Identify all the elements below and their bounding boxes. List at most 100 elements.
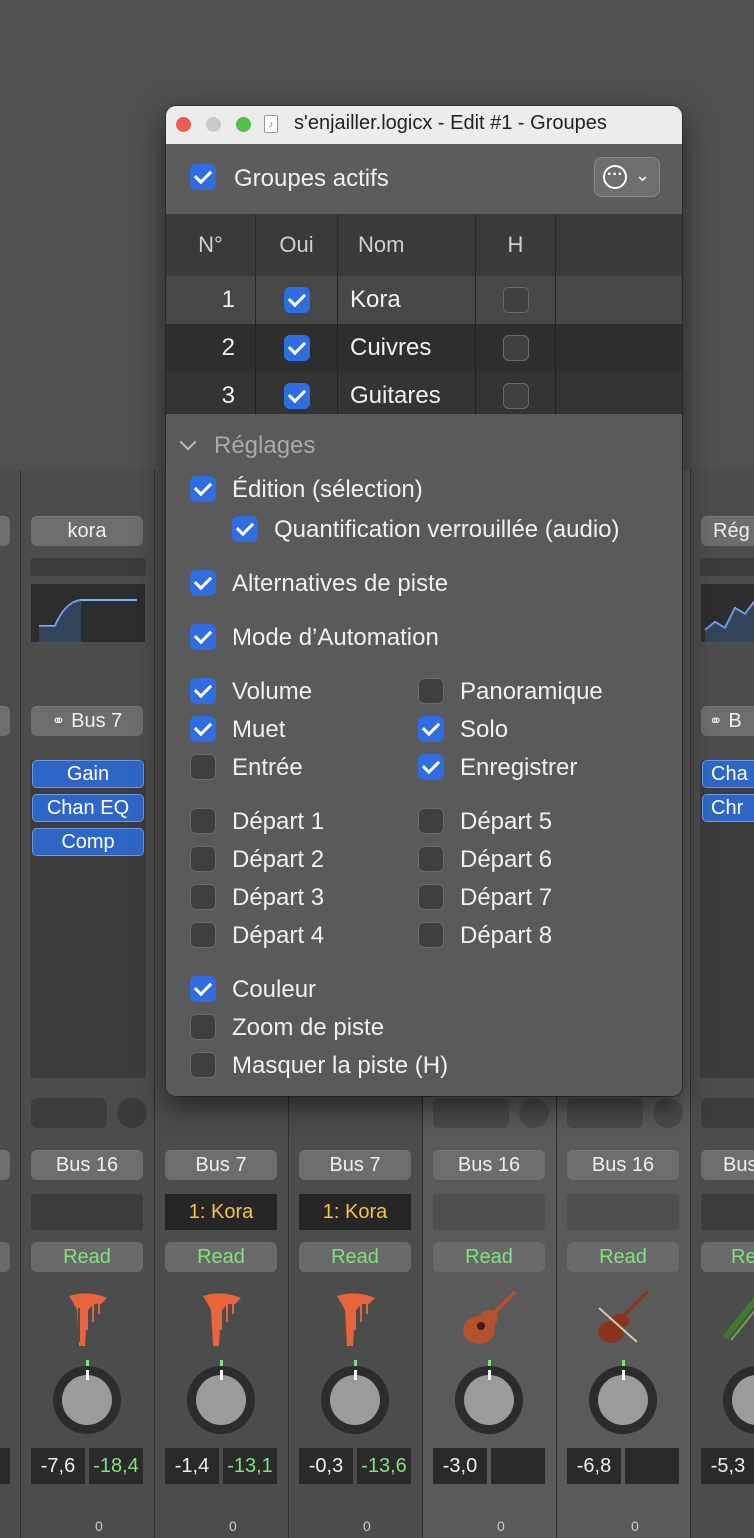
table-row[interactable]: 3 Guitares [166,372,682,420]
plugin-slot-chan-eq[interactable]: Chan EQ [32,794,144,822]
group-slot[interactable] [567,1194,679,1230]
record-checkbox[interactable] [418,754,444,780]
send-1-checkbox[interactable] [190,808,216,834]
volume-value[interactable]: -6,8 [567,1448,621,1484]
bus-button[interactable] [0,1150,10,1180]
volume-value[interactable]: -1,4 [165,1448,219,1484]
pan-checkbox[interactable] [418,678,444,704]
send-5-checkbox[interactable] [418,808,444,834]
peak-value[interactable]: -13,6 [357,1448,411,1484]
send-knob[interactable] [653,1098,683,1128]
alternatives-checkbox[interactable] [190,570,216,596]
solo-checkbox[interactable] [418,716,444,742]
automation-button[interactable]: Read [299,1242,411,1272]
row-on-checkbox[interactable] [283,383,310,409]
automation-button[interactable]: Read [567,1242,679,1272]
eq-thumbnail[interactable] [701,584,754,642]
send-knob[interactable] [117,1098,147,1128]
volume-value[interactable]: -3,0 [433,1448,487,1484]
automation-button[interactable] [0,1242,10,1272]
peak-value[interactable]: -18,4 [89,1448,143,1484]
strip-name-button[interactable]: Rég [701,516,754,546]
plugin-slot-chan[interactable]: Cha [702,760,754,788]
automation-button[interactable]: Re [701,1242,754,1272]
output-button[interactable] [0,706,10,736]
input-slot[interactable] [700,558,754,576]
send-4-checkbox[interactable] [190,922,216,948]
pan-knob[interactable] [321,1360,389,1434]
plugin-slot-gain[interactable]: Gain [32,760,144,788]
color-checkbox[interactable] [190,976,216,1002]
send-7-checkbox[interactable] [418,884,444,910]
edition-checkbox[interactable] [190,476,216,502]
group-slot[interactable]: 1: Kora [165,1194,277,1230]
volume-value[interactable]: -7,6 [31,1448,85,1484]
settings-title[interactable]: Réglages [214,432,315,460]
volume-checkbox[interactable] [190,678,216,704]
bus-button[interactable]: Bus 16 [567,1150,679,1180]
bus-button[interactable]: Bus 7 [165,1150,277,1180]
table-row[interactable]: 1 Kora [166,276,682,324]
volume-value[interactable]: -5,3 [701,1448,754,1484]
send-3-checkbox[interactable] [190,884,216,910]
automation-button[interactable]: Read [433,1242,545,1272]
row-hide-checkbox[interactable] [502,335,529,361]
row-hide-checkbox[interactable] [502,383,529,409]
row-name[interactable]: Guitares [338,372,476,420]
zoom-button[interactable] [236,117,251,132]
automation-button[interactable]: Read [31,1242,143,1272]
input-checkbox[interactable] [190,754,216,780]
input-slot[interactable] [30,558,146,576]
minimize-button[interactable] [206,117,221,132]
volume-value[interactable] [0,1448,10,1484]
col-header-hide[interactable]: H [476,214,556,276]
hide-track-checkbox[interactable] [190,1052,216,1078]
actions-menu-button[interactable]: ··· ⌄ [594,157,660,197]
row-name[interactable]: Kora [338,276,476,324]
output-button[interactable]: ⚭ B [701,706,754,736]
row-hide-checkbox[interactable] [502,287,529,313]
plugin-slot-chr[interactable]: Chr [702,794,754,822]
pan-knob[interactable] [589,1360,657,1434]
send-knob[interactable] [519,1098,549,1128]
send-slot[interactable] [31,1098,107,1128]
send-slot[interactable] [701,1098,754,1128]
plugin-slot-comp[interactable]: Comp [32,828,144,856]
col-header-name[interactable]: Nom [338,214,476,276]
group-slot[interactable] [31,1194,143,1230]
zoom-checkbox[interactable] [190,1014,216,1040]
close-button[interactable] [176,117,191,132]
send-6-checkbox[interactable] [418,846,444,872]
send-2-checkbox[interactable] [190,846,216,872]
automation-checkbox[interactable] [190,624,216,650]
peak-value[interactable]: -13,1 [223,1448,277,1484]
volume-value[interactable]: -0,3 [299,1448,353,1484]
quantize-checkbox[interactable] [232,516,258,542]
mute-checkbox[interactable] [190,716,216,742]
send-slot[interactable] [433,1098,509,1128]
group-slot[interactable] [701,1194,754,1230]
peak-value[interactable] [625,1448,679,1484]
peak-value[interactable] [491,1448,545,1484]
table-row[interactable]: 2 Cuivres [166,324,682,372]
groups-active-checkbox[interactable] [190,164,216,190]
strip-name-button[interactable] [0,516,10,546]
title-bar[interactable]: ♪ s'enjailler.logicx - Edit #1 - Groupes [166,106,682,144]
row-on-checkbox[interactable] [283,335,310,361]
row-name[interactable]: Cuivres [338,324,476,372]
strip-name-button[interactable]: kora [31,516,143,546]
bus-button[interactable]: Bus 16 [31,1150,143,1180]
send-slot[interactable] [567,1098,643,1128]
output-button[interactable]: ⚭ Bus 7 [31,706,143,736]
chevron-down-icon[interactable] [179,433,197,451]
row-on-checkbox[interactable] [283,287,310,313]
bus-button[interactable]: Bus 7 [299,1150,411,1180]
send-8-checkbox[interactable] [418,922,444,948]
bus-button[interactable]: Bus [701,1150,754,1180]
automation-button[interactable]: Read [165,1242,277,1272]
bus-button[interactable]: Bus 16 [433,1150,545,1180]
eq-thumbnail[interactable] [31,584,145,642]
col-header-num[interactable]: N° [166,214,256,276]
group-slot[interactable] [433,1194,545,1230]
pan-knob[interactable] [723,1366,754,1434]
